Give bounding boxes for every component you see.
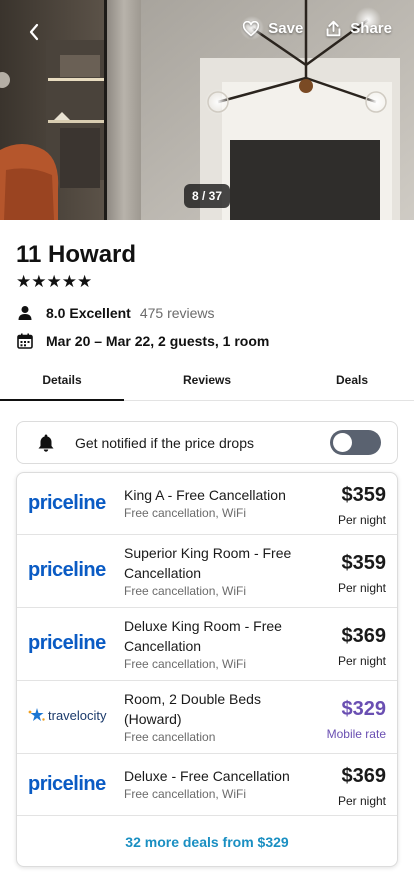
deal-price: $359: [341, 552, 387, 574]
deal-row[interactable]: priceline King A - Free Cancellation Fre…: [17, 473, 397, 535]
price-drop-alert: Get notified if the price drops: [16, 421, 398, 464]
hotel-name: 11 Howard: [16, 241, 137, 268]
heart-icon: [243, 20, 260, 36]
save-button[interactable]: Save: [242, 20, 303, 37]
priceline-logo: priceline: [28, 632, 106, 654]
deal-room-features: Free cancellation, WiFi: [124, 787, 247, 801]
deal-price-note: Mobile rate: [326, 727, 386, 741]
deal-room-features: Free cancellation, WiFi: [124, 506, 247, 520]
hotel-photo-carousel[interactable]: Save Share 8 / 37: [0, 0, 414, 220]
deal-room-features: Free cancellation: [124, 730, 216, 744]
toggle-knob: [333, 433, 352, 452]
share-label: Share: [350, 20, 392, 37]
deal-room-features: Free cancellation, WiFi: [124, 584, 247, 598]
person-icon: [16, 304, 34, 322]
share-icon: [326, 20, 341, 37]
deal-price: $369: [341, 625, 387, 647]
priceline-logo: priceline: [28, 492, 106, 514]
trip-dates: Mar 20 – Mar 22, 2 guests, 1 room: [46, 333, 270, 349]
tab-deals[interactable]: Deals: [290, 360, 414, 400]
star-rating: ★★★★★: [16, 272, 93, 291]
deal-row[interactable]: priceline Deluxe King Room - Free Cancel…: [17, 608, 397, 681]
more-deals-link[interactable]: 32 more deals from $329: [17, 816, 397, 866]
deals-list: priceline King A - Free Cancellation Fre…: [16, 472, 398, 867]
deal-price: $359: [341, 484, 387, 506]
photo-counter: 8 / 37: [184, 184, 230, 208]
calendar-icon: [16, 332, 34, 350]
chevron-left-icon: [29, 23, 39, 41]
deal-price-note: Per night: [337, 513, 386, 527]
deal-row[interactable]: priceline Deluxe - Free Cancellation Fre…: [17, 754, 397, 816]
travelocity-logo: travelocity: [28, 707, 107, 723]
deal-row[interactable]: priceline Superior King Room - Free Canc…: [17, 535, 397, 608]
deal-price-note: Per night: [337, 794, 386, 808]
deal-room-name: Deluxe - Free Cancellation: [124, 768, 290, 784]
back-button[interactable]: [18, 18, 50, 46]
rating-score: 8.0 Excellent: [46, 305, 131, 321]
travelocity-logo-text: travelocity: [48, 707, 107, 723]
deal-room-features: Free cancellation, WiFi: [124, 657, 247, 671]
deal-price: $329: [341, 698, 387, 720]
travelocity-star-icon: [28, 708, 45, 721]
deal-room-name: Room, 2 Double Beds (Howard): [124, 691, 261, 727]
deal-row[interactable]: travelocity Room, 2 Double Beds (Howard)…: [17, 681, 397, 754]
reviews-count[interactable]: 475 reviews: [140, 305, 215, 321]
deal-price: $369: [341, 765, 387, 787]
trip-dates-row[interactable]: Mar 20 – Mar 22, 2 guests, 1 room: [16, 332, 269, 350]
bell-icon: [38, 434, 54, 452]
priceline-logo: priceline: [28, 773, 106, 795]
detail-tabs: Details Reviews Deals: [0, 360, 414, 401]
price-alert-toggle[interactable]: [330, 430, 381, 455]
rating-row[interactable]: 8.0 Excellent 475 reviews: [16, 304, 215, 322]
deal-price-note: Per night: [337, 654, 386, 668]
deal-room-name: Superior King Room - Free Cancellation: [124, 545, 292, 581]
tab-details[interactable]: Details: [0, 360, 124, 401]
save-label: Save: [268, 20, 304, 37]
deal-room-name: Deluxe King Room - Free Cancellation: [124, 618, 282, 654]
deal-room-name: King A - Free Cancellation: [124, 487, 286, 503]
deal-price-note: Per night: [337, 581, 386, 595]
share-button[interactable]: Share: [325, 20, 392, 37]
price-alert-label: Get notified if the price drops: [75, 434, 254, 451]
tab-reviews[interactable]: Reviews: [124, 360, 290, 400]
priceline-logo: priceline: [28, 559, 106, 581]
